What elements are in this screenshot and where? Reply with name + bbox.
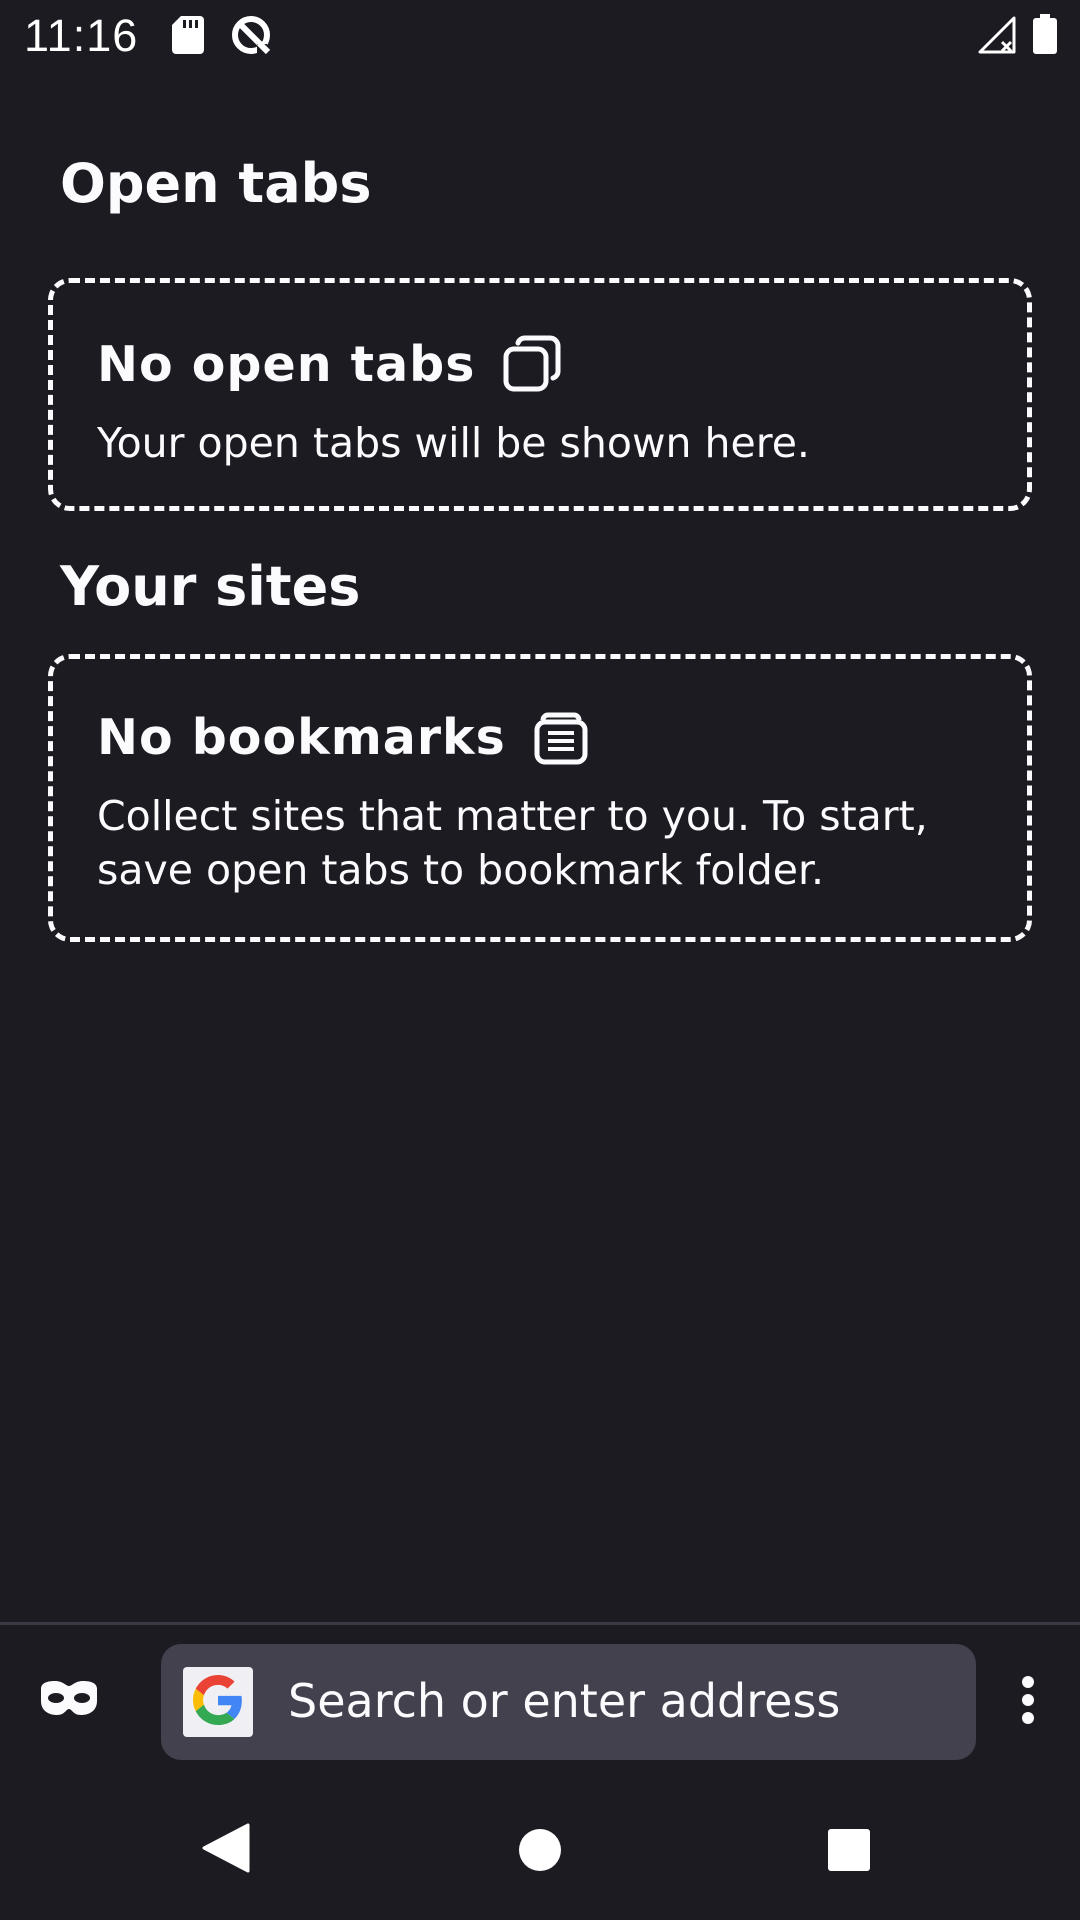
no-bookmarks-card: No bookmarks Collect sites that matter t… xyxy=(48,654,1032,942)
signal-no-connection-icon xyxy=(978,16,1016,58)
status-bar: 11:16 xyxy=(0,0,1080,72)
no-open-tabs-body: Your open tabs will be shown here. xyxy=(97,419,810,467)
no-bookmarks-title-row: No bookmarks xyxy=(97,709,588,766)
no-bookmarks-title: No bookmarks xyxy=(97,709,506,766)
back-triangle-icon xyxy=(202,1823,250,1877)
nav-home-button[interactable] xyxy=(514,1826,566,1878)
google-icon xyxy=(193,1675,243,1729)
battery-icon xyxy=(1033,14,1057,58)
search-input[interactable]: Search or enter address xyxy=(288,1674,840,1728)
nav-back-button[interactable] xyxy=(200,1823,252,1877)
toolbar-divider xyxy=(0,1622,1080,1625)
bookmark-folder-icon xyxy=(534,711,588,765)
search-engine-selector[interactable] xyxy=(183,1667,253,1737)
url-bar[interactable]: Search or enter address xyxy=(161,1644,976,1760)
your-sites-heading: Your sites xyxy=(60,555,361,618)
nav-recents-button[interactable] xyxy=(823,1826,875,1878)
open-tabs-heading: Open tabs xyxy=(60,152,372,215)
main-menu-button[interactable] xyxy=(1008,1676,1048,1728)
no-bookmarks-body: Collect sites that matter to you. To sta… xyxy=(97,792,928,894)
more-vertical-icon xyxy=(1021,1676,1035,1728)
no-open-tabs-card: No open tabs Your open tabs will be show… xyxy=(48,278,1032,511)
private-mask-icon xyxy=(39,1681,99,1719)
data-saver-icon xyxy=(230,14,272,60)
tabs-icon xyxy=(503,335,561,393)
no-open-tabs-title: No open tabs xyxy=(97,335,476,393)
private-browsing-button[interactable] xyxy=(36,1672,102,1728)
no-open-tabs-title-row: No open tabs xyxy=(97,335,561,393)
recents-square-icon xyxy=(827,1828,871,1876)
sd-card-icon xyxy=(172,16,204,58)
status-time: 11:16 xyxy=(24,10,139,61)
home-circle-icon xyxy=(517,1827,563,1877)
